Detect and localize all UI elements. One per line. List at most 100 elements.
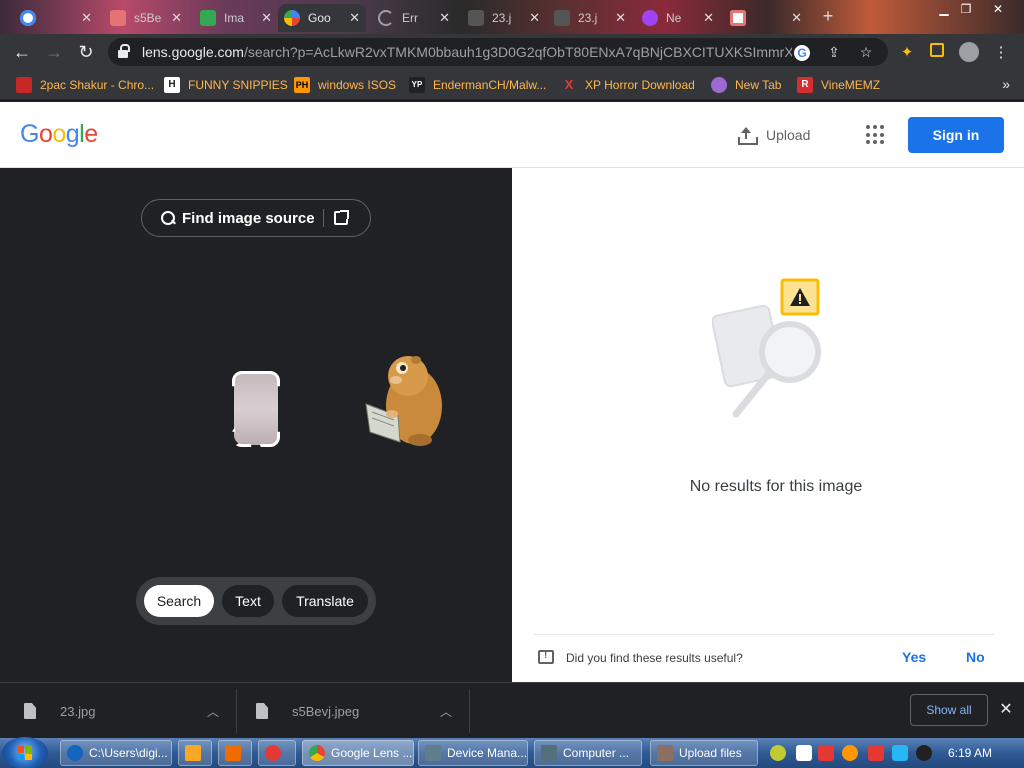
- taskbar-device-manager[interactable]: Device Mana...: [418, 740, 528, 766]
- bookmark-item[interactable]: X XP Horror Download: [561, 76, 695, 94]
- system-clock[interactable]: 6:19 AM: [948, 746, 992, 760]
- forward-icon[interactable]: →: [42, 40, 66, 64]
- bookmark-label: VineMEMZ: [821, 78, 881, 92]
- logo-letter: G: [20, 120, 39, 148]
- image-favicon-icon: [730, 10, 746, 26]
- tray-search-icon[interactable]: [842, 745, 858, 761]
- image-preview-pane: Find image source Search Text Translate: [0, 168, 512, 682]
- bookmark-label: windows ISOS: [318, 78, 397, 92]
- tab-5[interactable]: 23.j ✕: [462, 4, 546, 32]
- chevron-up-icon[interactable]: ︿: [439, 703, 453, 719]
- new-tab-button[interactable]: +: [818, 6, 838, 26]
- chevron-up-icon[interactable]: ︿: [206, 703, 220, 719]
- mode-text-button[interactable]: Text: [222, 585, 274, 617]
- tab-1[interactable]: s5Be ✕: [104, 4, 188, 32]
- sign-in-button[interactable]: Sign in: [908, 117, 1004, 153]
- lock-icon[interactable]: [118, 44, 130, 58]
- tray-app-icon[interactable]: [796, 745, 812, 761]
- url-host: lens.google.com: [142, 44, 244, 60]
- tab-strip: ✕ s5Be ✕ Ima ✕ Goo ✕ Err ✕ 23.j ✕ 23.j ✕…: [0, 0, 1024, 34]
- bookmark-star-icon[interactable]: ☆: [856, 42, 876, 62]
- upload-button[interactable]: Upload: [736, 123, 810, 147]
- bookmark-label: FUNNY SNIPPIES: [188, 78, 288, 92]
- taskbar-explorer-path[interactable]: C:\Users\digi...: [60, 740, 172, 766]
- download-item[interactable]: s5Bevj.jpeg: [256, 695, 359, 727]
- feedback-no-button[interactable]: No: [966, 649, 985, 665]
- start-button[interactable]: [2, 737, 48, 768]
- mode-translate-button[interactable]: Translate: [282, 585, 368, 617]
- bookmark-item[interactable]: YP EndermanCH/Malw...: [409, 76, 546, 94]
- close-window-icon[interactable]: ✕: [988, 2, 1008, 16]
- tray-app-icon[interactable]: [818, 745, 834, 761]
- bookmark-item[interactable]: New Tab: [711, 76, 781, 94]
- no-results-illustration-icon: [712, 278, 821, 418]
- results-pane: No results for this image Did you find t…: [512, 168, 1024, 682]
- taskbar-upload-files[interactable]: Upload files: [650, 740, 758, 766]
- tab-8[interactable]: ✕: [724, 4, 808, 32]
- mode-search-button[interactable]: Search: [144, 585, 214, 617]
- tab-close-icon[interactable]: ✕: [703, 10, 714, 26]
- feedback-icon: [538, 650, 554, 664]
- bookmark-item[interactable]: H FUNNY SNIPPIES: [164, 76, 288, 94]
- bookmark-item[interactable]: PH windows ISOS: [294, 76, 396, 94]
- bookmark-item[interactable]: 2pac Shakur - Chro...: [16, 76, 154, 94]
- address-bar[interactable]: lens.google.com/search?p=AcLkwR2vxTMKM0b…: [108, 38, 888, 66]
- taskbar-google-lens[interactable]: Google Lens ...: [302, 740, 414, 766]
- apps-grid-icon[interactable]: [866, 125, 886, 145]
- maximize-icon[interactable]: ❐: [956, 2, 976, 16]
- tab-7[interactable]: Ne ✕: [636, 4, 720, 32]
- bookmark-label: New Tab: [735, 78, 782, 92]
- find-image-source-button[interactable]: Find image source: [141, 199, 371, 237]
- download-shelf: 23.jpg ︿ s5Bevj.jpeg ︿ Show all ✕: [0, 682, 1024, 738]
- tray-monitor-icon[interactable]: [892, 745, 908, 761]
- bookmark-item[interactable]: R VineMEMZ: [797, 76, 880, 94]
- tab-0[interactable]: ✕: [14, 4, 98, 32]
- tab-close-icon[interactable]: ✕: [439, 10, 450, 26]
- taskbar-app[interactable]: [258, 740, 296, 766]
- back-icon[interactable]: ←: [10, 40, 34, 64]
- tray-app-icon[interactable]: [770, 745, 786, 761]
- taskbar-media[interactable]: [218, 740, 252, 766]
- open-in-new-icon[interactable]: [333, 210, 349, 225]
- tab-close-icon[interactable]: ✕: [349, 10, 360, 26]
- google-favicon-icon: [20, 10, 36, 26]
- explorer-icon: [67, 745, 83, 761]
- menu-kebab-icon[interactable]: ⋮: [990, 42, 1012, 64]
- show-all-downloads-button[interactable]: Show all: [910, 694, 988, 726]
- share-icon[interactable]: ⇪: [824, 42, 844, 62]
- bookmarks-overflow-icon[interactable]: »: [1002, 76, 1010, 92]
- tab-close-icon[interactable]: ✕: [81, 10, 92, 26]
- tab-2[interactable]: Ima ✕: [194, 4, 278, 32]
- extensions-icon[interactable]: ✦: [896, 42, 918, 64]
- download-item[interactable]: 23.jpg: [24, 695, 95, 727]
- browser-toolbar: ← → ↻ lens.google.com/search?p=AcLkwR2vx…: [0, 34, 1024, 70]
- tab-title: Err: [402, 11, 418, 25]
- taskbar-computer[interactable]: Computer ...: [534, 740, 642, 766]
- tab-close-icon[interactable]: ✕: [529, 10, 540, 26]
- divider: [322, 209, 324, 227]
- tab-google-lens-active[interactable]: Goo ✕: [278, 4, 366, 32]
- taskbar-folder[interactable]: [178, 740, 212, 766]
- tab-close-icon[interactable]: ✕: [171, 10, 182, 26]
- google-lens-icon[interactable]: G: [792, 42, 812, 62]
- close-shelf-icon[interactable]: ✕: [998, 699, 1014, 719]
- tray-volume-icon[interactable]: [916, 745, 932, 761]
- tab-title: s5Be: [134, 11, 162, 25]
- minimize-icon[interactable]: ▁: [934, 2, 954, 16]
- yp-icon: YP: [409, 77, 425, 93]
- tab-4[interactable]: Err ✕: [372, 4, 456, 32]
- tab-close-icon[interactable]: ✕: [261, 10, 272, 26]
- reload-icon[interactable]: ↻: [74, 40, 98, 64]
- loading-spinner-icon: [378, 10, 394, 26]
- google-logo[interactable]: Google: [20, 120, 98, 149]
- profile-avatar-icon[interactable]: [958, 42, 980, 64]
- tray-flag-icon[interactable]: [868, 745, 884, 761]
- windows-taskbar: C:\Users\digi... Google Lens ... Device …: [0, 737, 1024, 768]
- tab-close-icon[interactable]: ✕: [615, 10, 626, 26]
- tab-close-icon[interactable]: ✕: [791, 10, 802, 26]
- url-text[interactable]: lens.google.com/search?p=AcLkwR2vxTMKM0b…: [142, 44, 792, 60]
- feedback-yes-button[interactable]: Yes: [902, 649, 926, 665]
- crop-selection-box[interactable]: [234, 373, 278, 445]
- tab-6[interactable]: 23.j ✕: [548, 4, 632, 32]
- side-panel-icon[interactable]: [926, 42, 948, 64]
